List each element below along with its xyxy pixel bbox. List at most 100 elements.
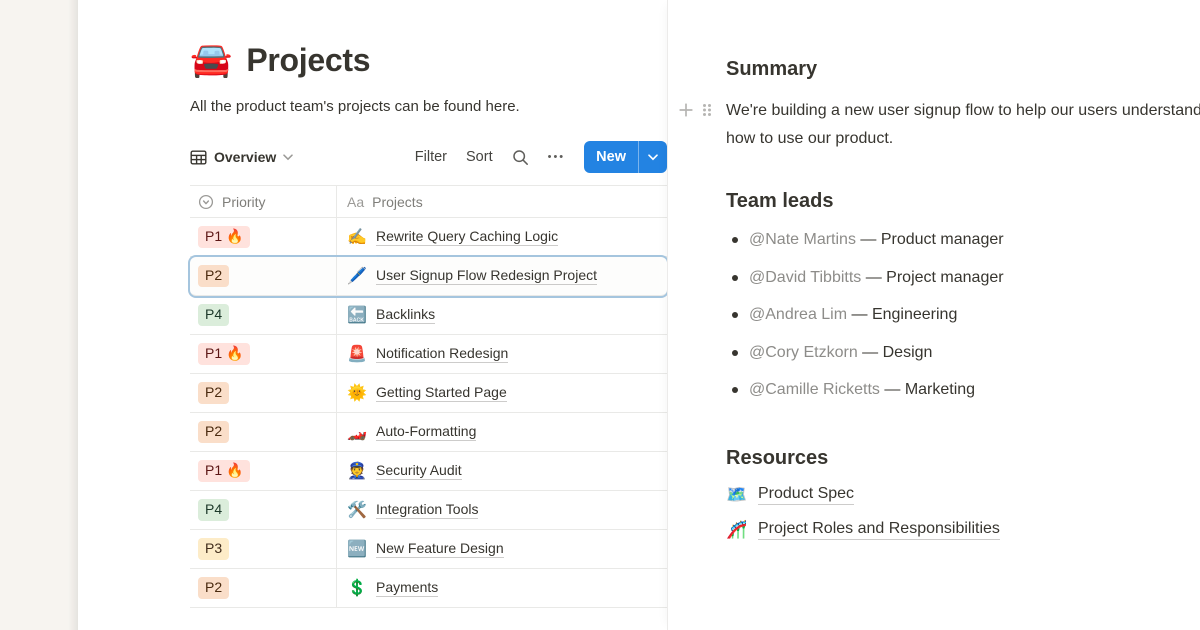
column-label-priority: Priority bbox=[222, 194, 266, 210]
project-page-link[interactable]: Security Audit bbox=[376, 462, 462, 480]
project-cell[interactable]: ✍️ Rewrite Query Caching Logic bbox=[337, 218, 667, 256]
person-mention[interactable]: @David Tibbitts bbox=[749, 269, 861, 286]
search-icon[interactable] bbox=[512, 149, 529, 166]
team-lead-item: @Camille Ricketts — Marketing bbox=[726, 379, 1182, 401]
project-cell[interactable]: 🔙 Backlinks bbox=[337, 296, 667, 334]
resource-link[interactable]: 🗺️ Product Spec bbox=[726, 485, 1182, 505]
table-view-icon bbox=[190, 149, 207, 166]
team-lead-item: @Cory Etzkorn — Design bbox=[726, 342, 1182, 364]
summary-paragraph[interactable]: We're building a new user signup flow to… bbox=[726, 97, 1200, 154]
project-page-icon: 🔙 bbox=[347, 305, 367, 325]
table-row[interactable]: P3 🆕 New Feature Design bbox=[190, 530, 667, 569]
notion-app-window: 🚘 Projects All the product team's projec… bbox=[0, 0, 1200, 630]
project-page-icon: 🌞 bbox=[347, 383, 367, 403]
project-page-link[interactable]: New Feature Design bbox=[376, 540, 504, 558]
project-page-link[interactable]: Payments bbox=[376, 579, 438, 597]
project-page-link[interactable]: User Signup Flow Redesign Project bbox=[376, 267, 597, 285]
priority-cell[interactable]: P1 🔥 bbox=[190, 335, 337, 373]
new-button-chevron-icon[interactable] bbox=[639, 141, 667, 173]
resource-page-icon: 🎢 bbox=[726, 520, 748, 540]
project-cell[interactable]: 🖊️ User Signup Flow Redesign Project bbox=[337, 257, 667, 295]
column-header-projects[interactable]: Aa Projects bbox=[337, 186, 667, 217]
new-button-label[interactable]: New bbox=[584, 141, 638, 173]
team-leads-list: @Nate Martins — Product manager @David T… bbox=[726, 229, 1182, 401]
project-page-link[interactable]: Notification Redesign bbox=[376, 345, 508, 363]
table-row[interactable]: P1 🔥 ✍️ Rewrite Query Caching Logic bbox=[190, 218, 667, 257]
project-page-link[interactable]: Integration Tools bbox=[376, 501, 478, 519]
project-page-link[interactable]: Getting Started Page bbox=[376, 384, 507, 402]
team-lead-item: @Andrea Lim — Engineering bbox=[726, 304, 1182, 326]
project-page-link[interactable]: Auto-Formatting bbox=[376, 423, 476, 441]
table-row[interactable]: P4 🛠️ Integration Tools bbox=[190, 491, 667, 530]
project-cell[interactable]: 🏎️ Auto-Formatting bbox=[337, 413, 667, 451]
priority-badge: P1 🔥 bbox=[198, 226, 250, 248]
person-role: — Product manager bbox=[856, 231, 1004, 248]
view-name: Overview bbox=[214, 149, 276, 165]
priority-cell[interactable]: P2 bbox=[190, 257, 337, 295]
more-options-icon[interactable]: ••• bbox=[548, 151, 566, 163]
project-cell[interactable]: 👮 Security Audit bbox=[337, 452, 667, 490]
table-row[interactable]: P2 🖊️ User Signup Flow Redesign Project bbox=[190, 257, 667, 296]
table-row[interactable]: P2 🏎️ Auto-Formatting bbox=[190, 413, 667, 452]
person-mention[interactable]: @Andrea Lim bbox=[749, 306, 847, 323]
filter-button[interactable]: Filter bbox=[415, 149, 447, 165]
table-row[interactable]: P2 💲 Payments bbox=[190, 569, 667, 608]
team-leads-heading: Team leads bbox=[726, 190, 1182, 213]
table-row[interactable]: P2 🌞 Getting Started Page bbox=[190, 374, 667, 413]
projects-database-panel: 🚘 Projects All the product team's projec… bbox=[78, 0, 667, 630]
priority-cell[interactable]: P4 bbox=[190, 296, 337, 334]
project-cell[interactable]: 🛠️ Integration Tools bbox=[337, 491, 667, 529]
column-label-projects: Projects bbox=[372, 194, 423, 210]
new-button[interactable]: New bbox=[584, 141, 667, 173]
resource-link[interactable]: 🎢 Project Roles and Responsibilities bbox=[726, 520, 1182, 540]
title-property-icon: Aa bbox=[347, 194, 364, 210]
view-switcher-overview[interactable]: Overview bbox=[190, 149, 293, 166]
table-row[interactable]: P1 🔥 👮 Security Audit bbox=[190, 452, 667, 491]
page-icon-car[interactable]: 🚘 bbox=[190, 43, 232, 77]
priority-cell[interactable]: P1 🔥 bbox=[190, 452, 337, 490]
priority-cell[interactable]: P2 bbox=[190, 374, 337, 412]
table-row[interactable]: P4 🔙 Backlinks bbox=[190, 296, 667, 335]
block-controls bbox=[678, 102, 713, 118]
project-page-link[interactable]: Rewrite Query Caching Logic bbox=[376, 228, 558, 246]
team-lead-item: @Nate Martins — Product manager bbox=[726, 229, 1182, 251]
priority-cell[interactable]: P2 bbox=[190, 413, 337, 451]
priority-badge: P2 bbox=[198, 265, 229, 287]
column-header-priority[interactable]: Priority bbox=[190, 186, 337, 217]
priority-cell[interactable]: P4 bbox=[190, 491, 337, 529]
team-lead-item: @David Tibbitts — Project manager bbox=[726, 267, 1182, 289]
project-page-icon: 👮 bbox=[347, 461, 367, 481]
add-block-plus-icon[interactable] bbox=[678, 102, 694, 118]
drag-handle-icon[interactable] bbox=[701, 102, 713, 118]
priority-badge: P1 🔥 bbox=[198, 460, 250, 482]
priority-badge: P4 bbox=[198, 499, 229, 521]
priority-badge: P3 bbox=[198, 538, 229, 560]
table-row[interactable]: P1 🔥 🚨 Notification Redesign bbox=[190, 335, 667, 374]
priority-badge: P2 bbox=[198, 421, 229, 443]
priority-cell[interactable]: P2 bbox=[190, 569, 337, 607]
resource-page-title: Product Spec bbox=[758, 485, 854, 505]
person-mention[interactable]: @Nate Martins bbox=[749, 231, 856, 248]
priority-cell[interactable]: P3 bbox=[190, 530, 337, 568]
summary-heading: Summary bbox=[726, 58, 1182, 81]
select-property-icon bbox=[198, 194, 214, 210]
person-role: — Project manager bbox=[861, 269, 1003, 286]
sort-button[interactable]: Sort bbox=[466, 149, 493, 165]
priority-badge: P2 bbox=[198, 382, 229, 404]
project-page-icon: 🛠️ bbox=[347, 500, 367, 520]
priority-cell[interactable]: P1 🔥 bbox=[190, 218, 337, 256]
project-page-link[interactable]: Backlinks bbox=[376, 306, 435, 324]
project-page-icon: 🖊️ bbox=[347, 266, 367, 286]
project-page-icon: 💲 bbox=[347, 578, 367, 598]
chevron-down-icon bbox=[283, 154, 293, 161]
project-page-icon: 🚨 bbox=[347, 344, 367, 364]
person-mention[interactable]: @Camille Ricketts bbox=[749, 381, 880, 398]
project-cell[interactable]: 💲 Payments bbox=[337, 569, 667, 607]
person-role: — Engineering bbox=[847, 306, 957, 323]
project-page-icon: ✍️ bbox=[347, 227, 367, 247]
project-cell[interactable]: 🆕 New Feature Design bbox=[337, 530, 667, 568]
project-cell[interactable]: 🌞 Getting Started Page bbox=[337, 374, 667, 412]
page-description: All the product team's projects can be f… bbox=[190, 94, 545, 119]
person-mention[interactable]: @Cory Etzkorn bbox=[749, 344, 858, 361]
project-cell[interactable]: 🚨 Notification Redesign bbox=[337, 335, 667, 373]
